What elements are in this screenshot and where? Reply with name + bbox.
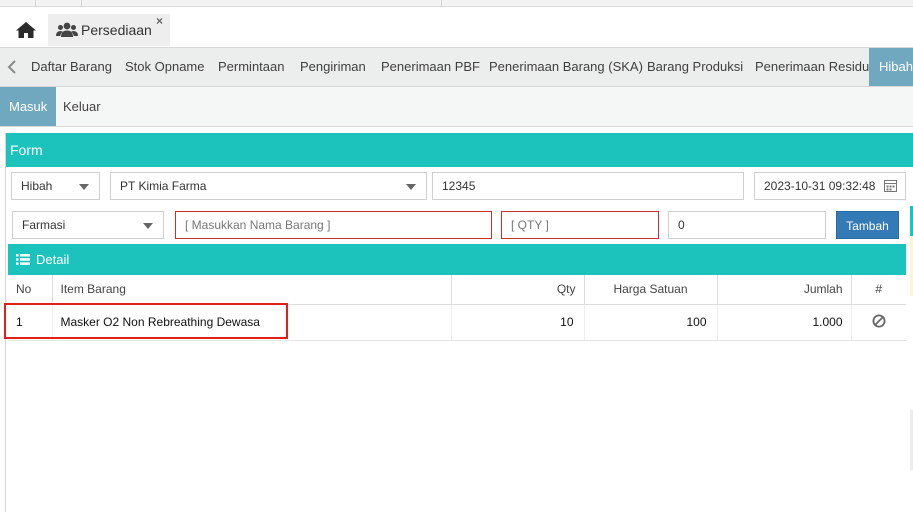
add-button[interactable]: Tambah xyxy=(836,211,899,239)
qty-input[interactable]: [ QTY ] xyxy=(501,211,659,239)
module-menu: Daftar Barang Stok Opname Permintaan Pen… xyxy=(0,47,913,87)
menu-item-permintaan[interactable]: Permintaan xyxy=(218,48,284,86)
detail-title: Detail xyxy=(36,252,70,267)
col-action: # xyxy=(851,275,906,305)
menu-item-hibah[interactable]: Hibah xyxy=(869,48,913,86)
menu-item-penerimaan-barang-ska[interactable]: Penerimaan Barang (SKA) xyxy=(489,48,643,86)
col-item: Item Barang xyxy=(52,275,452,305)
sub-menu: Masuk Keluar xyxy=(0,87,913,127)
list-icon xyxy=(16,254,30,265)
row-action[interactable] xyxy=(851,304,906,341)
tab-masuk[interactable]: Masuk xyxy=(0,87,57,126)
close-icon[interactable]: × xyxy=(156,14,163,28)
chevron-down-icon xyxy=(406,184,416,190)
home-button[interactable] xyxy=(10,15,42,45)
datetime-field[interactable]: 2023-10-31 09:32:48 xyxy=(754,172,906,200)
menu-item-pengiriman[interactable]: Pengiriman xyxy=(300,48,366,86)
tab-keluar[interactable]: Keluar xyxy=(63,87,101,126)
category-select[interactable]: Farmasi xyxy=(12,211,164,239)
row-price[interactable]: 100 xyxy=(584,304,718,341)
col-price: Harga Satuan xyxy=(584,275,718,305)
col-qty: Qty xyxy=(451,275,585,305)
row-qty[interactable]: 10 xyxy=(451,304,585,341)
chevron-left-icon[interactable] xyxy=(5,58,19,76)
table-header-row: No Item Barang Qty Harga Satuan Jumlah # xyxy=(8,275,906,305)
top-strip-segment xyxy=(36,0,82,7)
tab-bar: Persediaan × xyxy=(0,7,913,47)
detail-header: Detail xyxy=(8,244,906,275)
col-no: No xyxy=(8,275,53,305)
supplier-select[interactable]: PT Kimia Farma xyxy=(110,172,427,200)
supplier-select-value: PT Kimia Farma xyxy=(120,179,207,193)
browser-top-strip xyxy=(0,0,913,7)
calendar-icon[interactable] xyxy=(884,179,897,192)
menu-item-penerimaan-residu[interactable]: Penerimaan Residu xyxy=(755,48,869,86)
price-input[interactable]: 0 xyxy=(668,211,826,239)
datetime-value: 2023-10-31 09:32:48 xyxy=(764,179,876,193)
users-icon xyxy=(56,22,78,37)
chevron-down-icon xyxy=(143,223,153,229)
type-select-value: Hibah xyxy=(21,179,53,193)
menu-item-penerimaan-pbf[interactable]: Penerimaan PBF xyxy=(381,48,480,86)
tab-persediaan[interactable]: Persediaan × xyxy=(48,14,170,46)
menu-item-stok-opname[interactable]: Stok Opname xyxy=(125,48,205,86)
top-strip-segment xyxy=(0,0,36,7)
menu-item-barang-produksi[interactable]: Barang Produksi xyxy=(647,48,743,86)
top-strip-segment xyxy=(82,0,442,7)
row-total: 1.000 xyxy=(717,304,852,341)
form-header: Form xyxy=(6,133,913,167)
category-select-value: Farmasi xyxy=(22,218,66,232)
item-name-input[interactable]: [ Masukkan Nama Barang ] xyxy=(175,211,492,239)
col-total: Jumlah xyxy=(717,275,852,305)
highlight-box xyxy=(4,303,288,339)
type-select[interactable]: Hibah xyxy=(11,172,100,200)
doc-number-field[interactable]: 12345 xyxy=(432,172,744,200)
ban-icon[interactable] xyxy=(872,314,886,328)
menu-item-daftar-barang[interactable]: Daftar Barang xyxy=(31,48,112,86)
home-icon xyxy=(16,22,36,38)
tab-persediaan-label: Persediaan xyxy=(81,22,152,38)
chevron-down-icon xyxy=(79,184,89,190)
